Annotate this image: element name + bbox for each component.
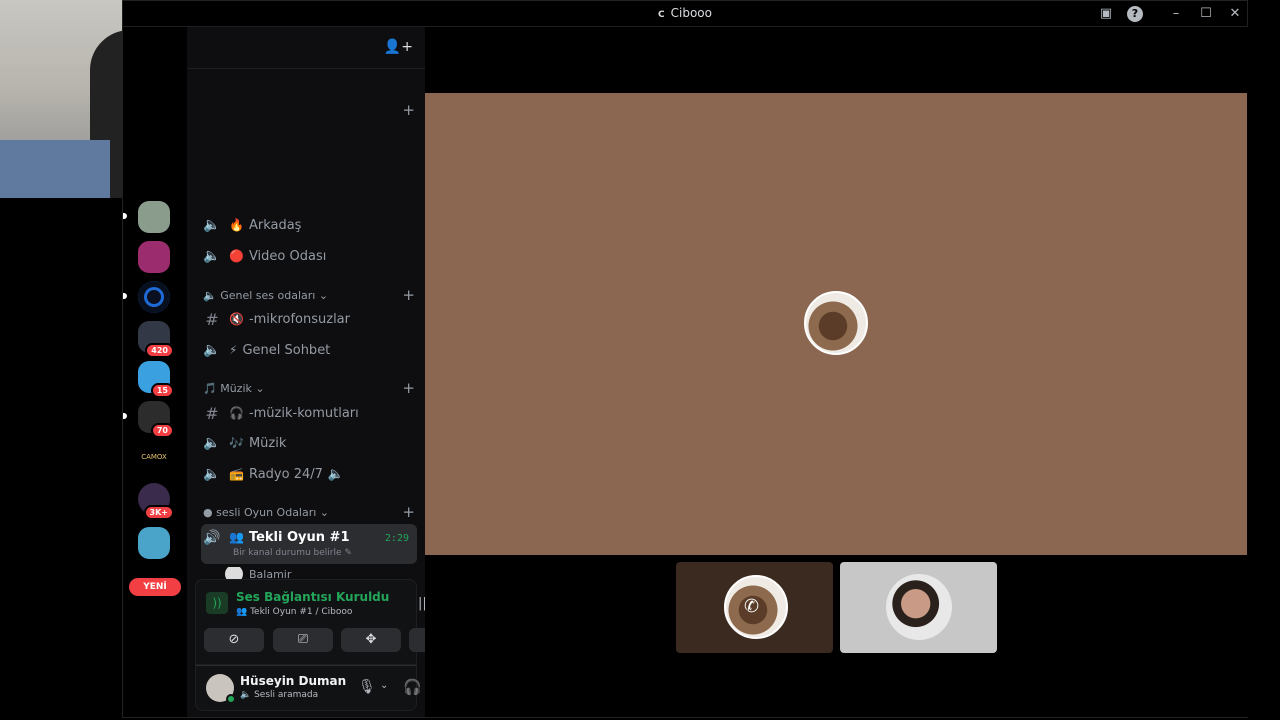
voice-channel-genel-sohbet[interactable]: 🔈 ⚡ Genel Sohbet: [201, 335, 417, 365]
activities-button[interactable]: ✥: [341, 628, 401, 652]
speaker-icon: 🔈: [203, 435, 221, 451]
speaker-locked-icon: 🔈: [203, 217, 221, 233]
unread-pill: [123, 413, 127, 419]
microphone-icon[interactable]: 🎙: [358, 679, 376, 695]
inbox-icon[interactable]: ▣: [1098, 6, 1114, 22]
window-title: C Ciboоо: [658, 6, 712, 20]
headphones-icon[interactable]: 🎧: [403, 678, 422, 696]
category-genel-ses[interactable]: 🔈 Genel ses odaları ⌄: [203, 289, 328, 302]
minimize-icon[interactable]: –: [1168, 6, 1184, 22]
call-timer: 2:29: [384, 533, 409, 544]
mention-badge: 420: [145, 343, 174, 358]
category-muzik[interactable]: 🎵 Müzik ⌄: [203, 382, 265, 395]
connection-signal-icon[interactable]: )): [206, 592, 228, 614]
avatar: [886, 574, 952, 640]
mention-badge: 15: [150, 383, 174, 398]
voice-connection-panel: )) Ses Bağlantısı Kuruldu 👥 Tekli Oyun #…: [195, 579, 469, 665]
server-icon[interactable]: [138, 201, 170, 233]
text-channel-mikrofonsuzlar[interactable]: # 🔇 -mikrofonsuzlar: [201, 304, 417, 334]
speaker-icon: 🔈: [203, 466, 221, 482]
server-icon[interactable]: [138, 241, 170, 273]
text-channel-muzik-komutlari[interactable]: # 🎧 -müzik-komutları: [201, 398, 417, 428]
voice-channel-muzik[interactable]: 🔈 🎶 Müzik: [201, 428, 417, 458]
speaker-icon: 🔈: [240, 690, 252, 700]
call-stage: ✆: [425, 27, 1249, 717]
unread-pill: [123, 213, 127, 219]
server-icon[interactable]: 15: [138, 361, 174, 398]
camera-button[interactable]: ⊘: [204, 628, 264, 652]
new-badge[interactable]: YENİ: [129, 578, 181, 596]
activities-icon: ✥: [365, 632, 377, 647]
screen-share-button[interactable]: ⎚: [273, 628, 333, 652]
create-channel-plus[interactable]: +: [402, 379, 415, 397]
speaker-active-icon: 🔊: [203, 530, 221, 546]
server-icon[interactable]: 3K+: [138, 483, 174, 520]
server-icon[interactable]: [138, 281, 170, 313]
screen-share-icon: ⎚: [297, 632, 309, 647]
mention-badge: 70: [150, 423, 174, 438]
chevron-down-icon[interactable]: ⌄: [380, 680, 388, 691]
voice-location[interactable]: 👥 Tekli Oyun #1 / Ciboоо: [236, 607, 352, 617]
voice-channel-arkadas[interactable]: 🔈 🔥 Arkadaş: [201, 210, 417, 240]
hash-icon: #: [205, 309, 219, 329]
hash-icon: #: [205, 403, 219, 423]
camera-off-icon: ⊘: [228, 632, 240, 647]
add-friend-icon[interactable]: 👤+: [384, 39, 413, 55]
voice-channel-tekli-oyun[interactable]: 🔊 👥 Tekli Oyun #1 2:29 Bir kanal durumu be…: [201, 524, 417, 564]
group-icon: 👥: [236, 607, 248, 617]
discord-window: C Ciboоо ▣ ? – ☐ ✕ 420 15 70 CAMOX 3K+ YE…: [122, 0, 1249, 718]
user-status: 🔈 Sesli aramada: [240, 690, 319, 700]
phone-icon: ✆: [744, 596, 760, 617]
voice-channel-video-odasi[interactable]: 🔈 🔴 Video Odası: [201, 241, 417, 271]
speaker-locked-icon: 🔈: [203, 248, 221, 264]
server-icon[interactable]: 70: [138, 401, 174, 438]
participant-tile[interactable]: ✆: [676, 562, 833, 653]
create-channel-plus[interactable]: +: [402, 503, 415, 521]
server-icon[interactable]: [138, 527, 170, 559]
maximize-icon[interactable]: ☐: [1198, 6, 1214, 22]
speaker-icon: 🔈: [203, 342, 221, 358]
create-channel-plus[interactable]: +: [402, 101, 415, 119]
server-initial-icon: C: [658, 10, 665, 20]
server-icon[interactable]: CAMOX: [138, 441, 170, 473]
help-icon[interactable]: ?: [1127, 6, 1143, 22]
username[interactable]: Hüseyin Duman: [240, 674, 346, 688]
channel-status[interactable]: Bir kanal durumu belirle ✎: [233, 548, 352, 558]
participant-tile[interactable]: [840, 562, 997, 653]
bedding: [0, 140, 110, 198]
unread-pill: [123, 293, 127, 299]
server-rail: 420 15 70 CAMOX 3K+ YENİ: [123, 27, 187, 717]
avatar: [804, 291, 868, 355]
create-channel-plus[interactable]: +: [402, 286, 415, 304]
titlebar: C Ciboоо ▣ ? – ☐ ✕: [123, 1, 1247, 27]
mention-badge: 3K+: [143, 505, 174, 520]
speaker-emoji-icon: 🔈: [327, 466, 345, 482]
sidebar-header: 👤+: [187, 27, 425, 69]
voice-channel-radyo[interactable]: 🔈 📻 Radyo 24/7 🔈: [201, 459, 417, 489]
category-sesli-oyun[interactable]: ● sesli Oyun Odaları ⌄: [203, 506, 329, 519]
close-icon[interactable]: ✕: [1227, 6, 1243, 22]
online-status-icon: [226, 694, 236, 704]
server-icon[interactable]: 420: [138, 321, 174, 358]
user-panel: Hüseyin Duman 🔈 Sesli aramada 🎙 ⌄ 🎧 ⌄ ⚙: [195, 665, 464, 711]
focused-participant-video[interactable]: [425, 93, 1247, 555]
voice-status: Ses Bağlantısı Kuruldu: [236, 590, 390, 604]
